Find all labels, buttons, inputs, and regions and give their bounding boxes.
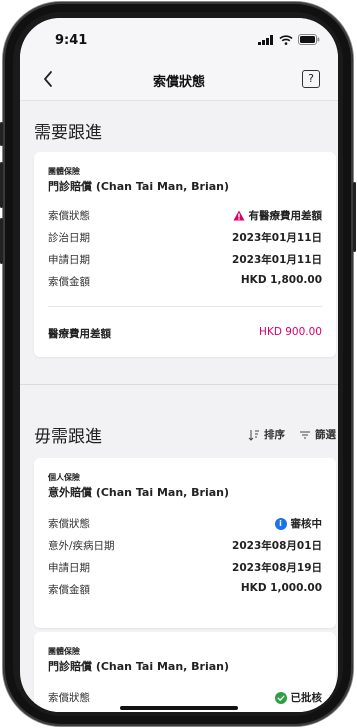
- status-text: 已批核: [290, 692, 323, 704]
- battery-icon: [298, 34, 320, 45]
- home-indicator[interactable]: [120, 706, 238, 710]
- claim-category: 團體保險: [48, 167, 80, 176]
- power-button: [353, 182, 356, 252]
- sort-icon: [248, 429, 259, 441]
- row-label: 索償金額: [48, 584, 90, 596]
- claim-row: 意外/疾病日期 2023年08月01日: [48, 538, 322, 554]
- filter-label: 篩選: [315, 429, 336, 441]
- row-label: 意外/疾病日期: [48, 540, 115, 552]
- claim-category: 團體保險: [48, 647, 80, 656]
- list-tools: 排序 篩選: [248, 427, 336, 442]
- row-value: 2023年08月19日: [232, 562, 322, 574]
- divider: [48, 306, 322, 307]
- volume-up-button: [0, 162, 3, 208]
- claim-status: 已批核: [274, 690, 323, 707]
- help-button[interactable]: ?: [302, 70, 320, 88]
- row-value: 2023年01月11日: [232, 232, 322, 244]
- check-circle-icon: [274, 691, 287, 704]
- row-label: 索償狀態: [48, 210, 90, 222]
- mute-switch: [0, 122, 3, 146]
- row-value: 2023年01月11日: [232, 254, 322, 266]
- claim-name: 門診賠償 (Chan Tai Man, Brian): [48, 660, 230, 673]
- warning-icon: [233, 210, 244, 221]
- section-divider: [20, 384, 338, 385]
- claim-status: i 審核中: [274, 516, 323, 531]
- nav-bar: 索償狀態 ?: [20, 62, 338, 101]
- filter-button[interactable]: 篩選: [299, 427, 336, 442]
- sort-button[interactable]: 排序: [248, 427, 285, 442]
- info-icon: i: [274, 517, 287, 530]
- row-label: 索償狀態: [48, 692, 90, 704]
- page-title: 索償狀態: [152, 75, 205, 90]
- status-bar: 9:41: [20, 18, 338, 62]
- claim-row: 申請日期 2023年08月19日: [48, 560, 322, 576]
- claim-row: 索償狀態 i 審核中: [48, 516, 322, 532]
- claim-name: 門診賠償 (Chan Tai Man, Brian): [48, 180, 230, 193]
- difference-label: 醫療費用差額: [48, 328, 111, 340]
- volume-down-button: [0, 218, 3, 264]
- claim-row: 索償金額 HKD 1,800.00: [48, 274, 322, 290]
- section-title-no-follow-up: 毋需跟進: [34, 427, 102, 447]
- status-time: 9:41: [55, 33, 88, 48]
- claim-row: 索償狀態 有醫療費用差額: [48, 208, 322, 224]
- difference-row: 醫療費用差額 HKD 900.00: [48, 326, 322, 342]
- section-title-follow-up: 需要跟進: [34, 123, 102, 143]
- claim-row: 索償狀態 已批核: [48, 690, 322, 706]
- row-label: 申請日期: [48, 254, 90, 266]
- filter-icon: [300, 430, 310, 439]
- row-value: HKD 1,000.00: [240, 582, 322, 594]
- row-label: 診治日期: [48, 232, 90, 244]
- row-value: HKD 1,800.00: [240, 274, 322, 286]
- claim-card[interactable]: 個人保險 意外賠償 (Chan Tai Man, Brian) 索償狀態 i 審…: [34, 458, 336, 628]
- claim-row: 診治日期 2023年01月11日: [48, 230, 322, 246]
- status-icons: [258, 34, 320, 45]
- status-text: 審核中: [290, 518, 323, 530]
- claim-card[interactable]: 團體保險 門診賠償 (Chan Tai Man, Brian) 索償狀態 有醫療…: [34, 152, 336, 357]
- row-label: 索償狀態: [48, 518, 90, 530]
- row-label: 申請日期: [48, 562, 90, 574]
- claim-row: 申請日期 2023年01月11日: [48, 252, 322, 268]
- row-label: 索償金額: [48, 276, 90, 288]
- sort-label: 排序: [264, 429, 285, 441]
- claim-name: 意外賠償 (Chan Tai Man, Brian): [48, 486, 230, 499]
- signal-icon: [258, 34, 273, 45]
- claim-status: 有醫療費用差額: [233, 208, 323, 224]
- app-screen: 9:41 索償狀態 ? 需要跟進 團體保險 門診賠償 (Chan Tai Man…: [20, 18, 338, 712]
- claim-row: 索償金額 HKD 1,000.00: [48, 582, 322, 598]
- claim-category: 個人保險: [48, 473, 80, 482]
- difference-value: HKD 900.00: [259, 326, 322, 338]
- status-text: 有醫療費用差額: [248, 210, 323, 222]
- claim-card[interactable]: 團體保險 門診賠償 (Chan Tai Man, Brian) 索償狀態 已批核: [34, 632, 336, 712]
- wifi-icon: [279, 34, 293, 45]
- row-value: 2023年08月01日: [232, 540, 322, 552]
